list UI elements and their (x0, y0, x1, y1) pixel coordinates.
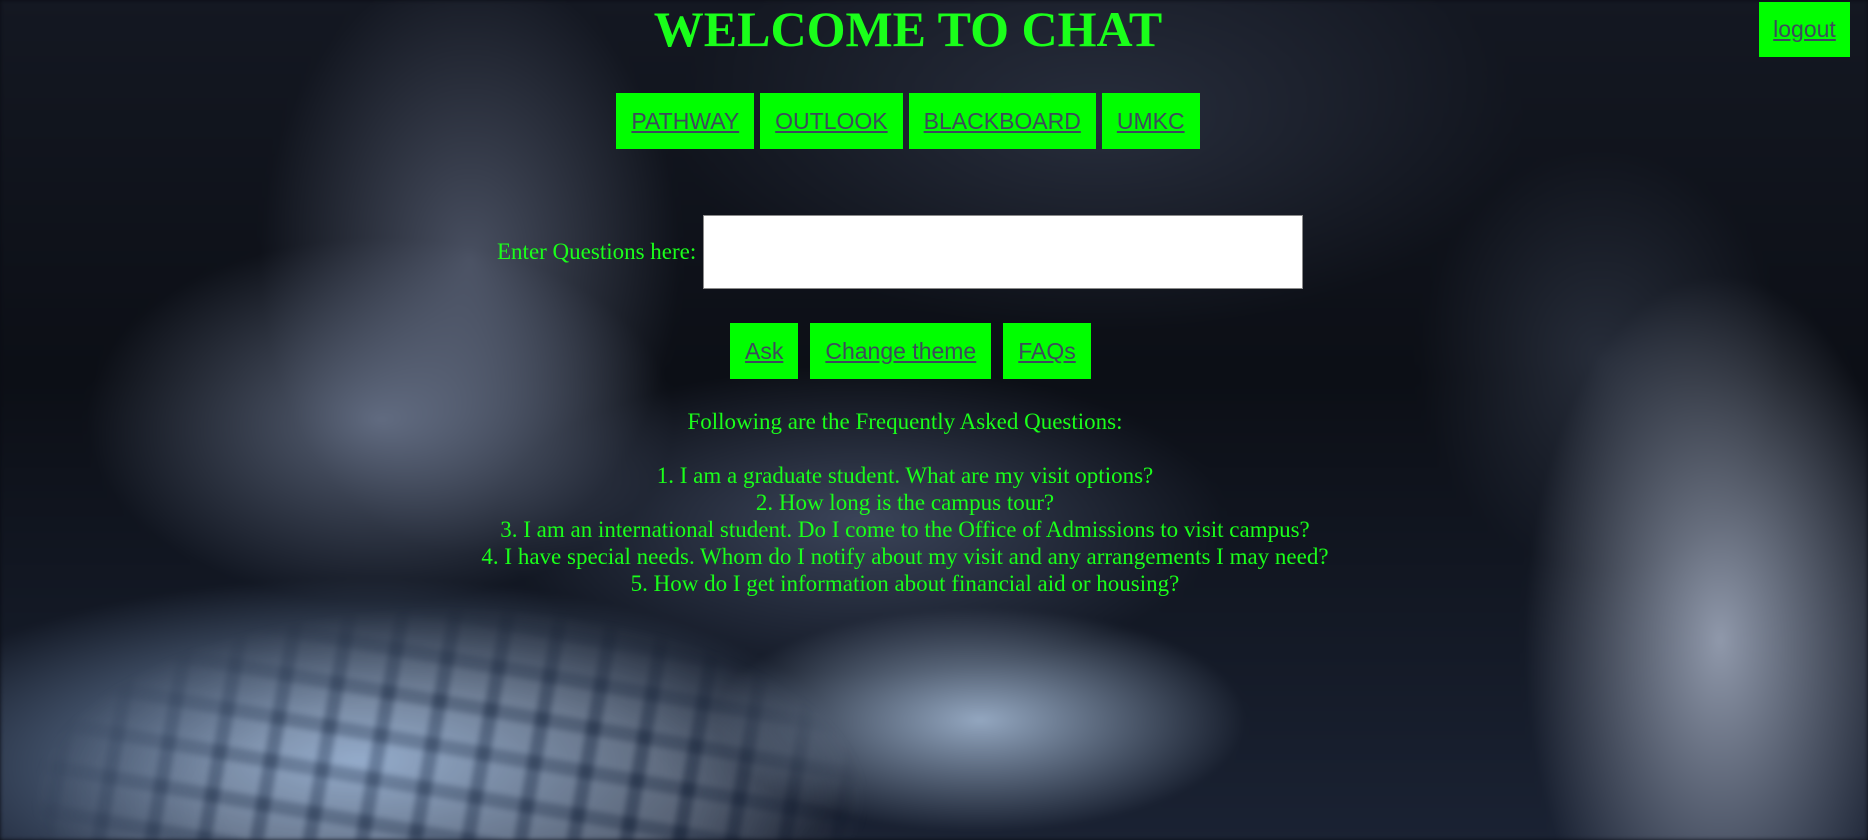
faq-item: 1. I am a graduate student. What are my … (656, 463, 1154, 488)
faq-item: 5. How do I get information about financ… (630, 571, 1180, 596)
faq-section: Following are the Frequently Asked Quest… (0, 408, 1810, 597)
ask-button[interactable]: Ask (730, 323, 799, 379)
question-label: Enter Questions here: (497, 239, 697, 264)
faq-heading: Following are the Frequently Asked Quest… (687, 409, 1123, 434)
nav-bar: PATHWAY OUTLOOK BLACKBOARD UMKC (0, 93, 1816, 149)
question-input[interactable] (703, 215, 1304, 289)
nav-link-umkc[interactable]: UMKC (1101, 93, 1200, 149)
faq-item: 3. I am an international student. Do I c… (500, 517, 1310, 542)
faqs-button[interactable]: FAQs (1003, 323, 1091, 379)
page-title: WELCOME TO CHAT (653, 1, 1163, 57)
nav-link-outlook[interactable]: OUTLOOK (760, 93, 903, 149)
nav-link-pathway[interactable]: PATHWAY (616, 93, 755, 149)
change-theme-button[interactable]: Change theme (810, 323, 992, 379)
logout-button[interactable]: logout (1759, 2, 1850, 57)
faq-item: 4. I have special needs. Whom do I notif… (481, 544, 1329, 569)
faq-list: 1. I am a graduate student. What are my … (0, 462, 1810, 597)
faq-item: 2. How long is the campus tour? (755, 490, 1055, 515)
action-buttons: Ask Change theme FAQs (730, 323, 1091, 379)
question-form: Enter Questions here: (497, 215, 1304, 289)
page: WELCOME TO CHAT logout PATHWAY OUTLOOK B… (0, 0, 1868, 840)
nav-link-blackboard[interactable]: BLACKBOARD (908, 93, 1096, 149)
